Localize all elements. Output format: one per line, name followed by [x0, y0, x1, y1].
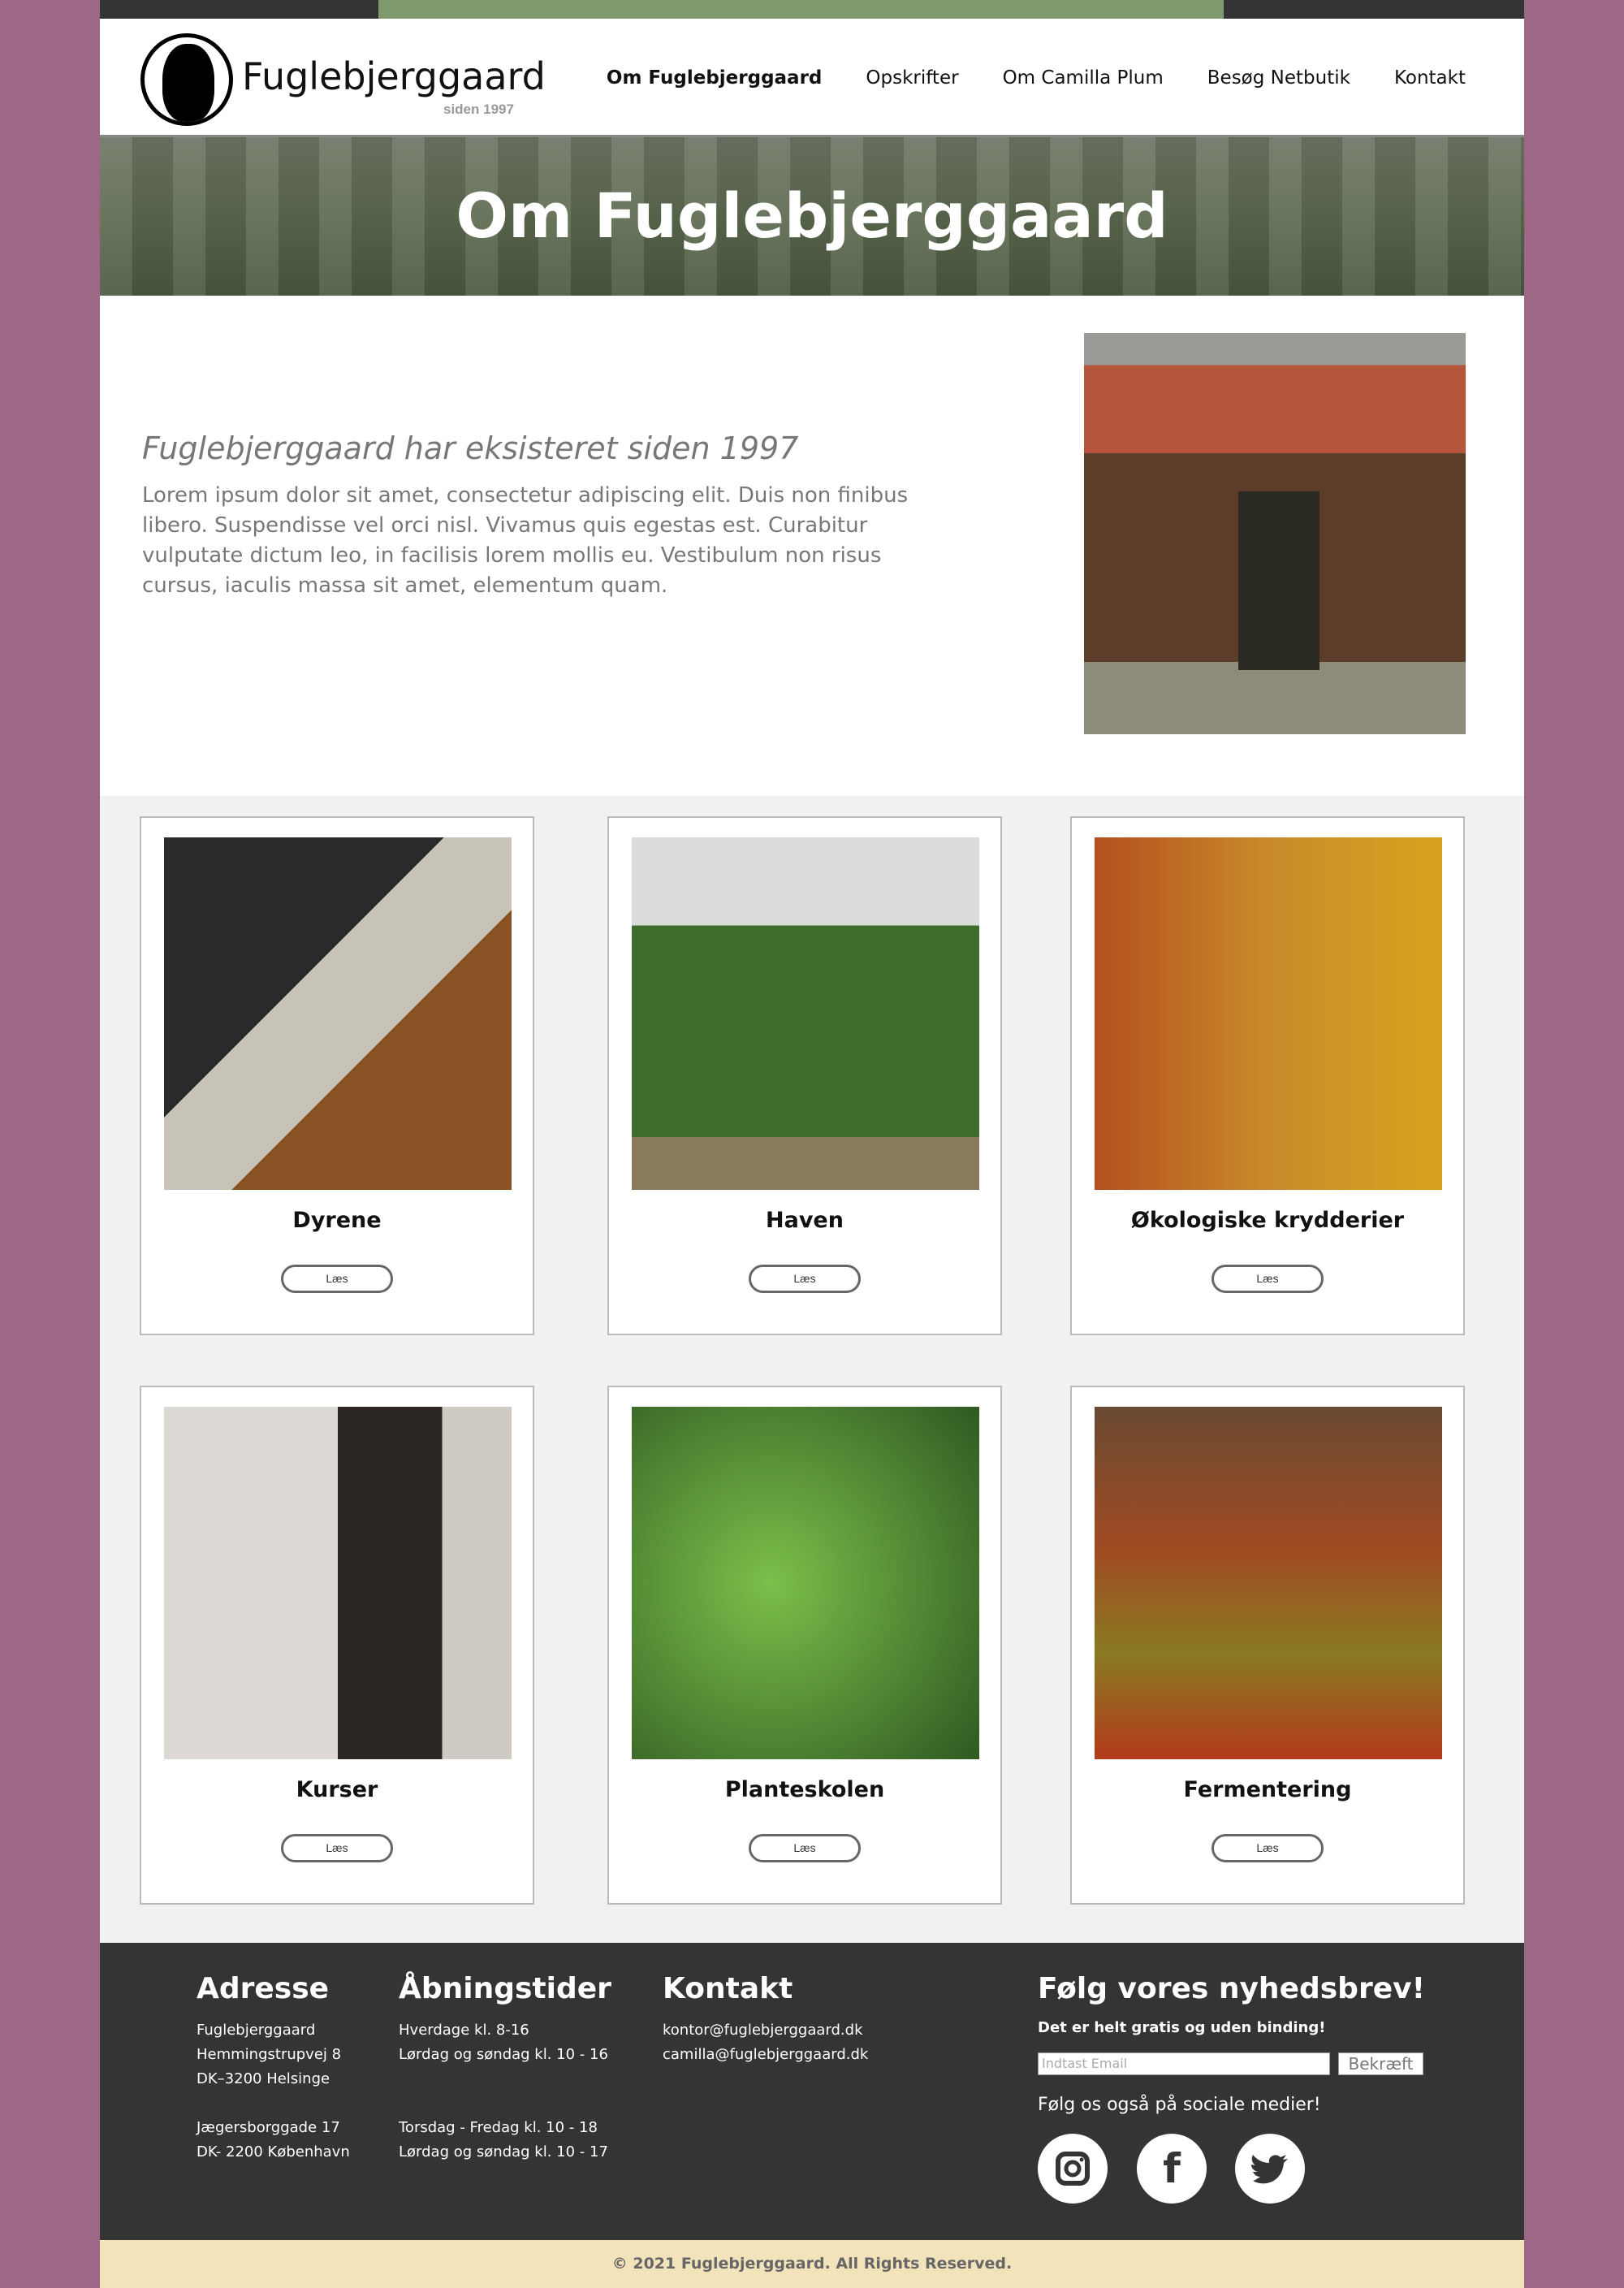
card-title: Planteskolen — [724, 1777, 885, 1802]
footer-contact-heading: Kontakt — [663, 1972, 793, 2005]
hours-line: Hverdage kl. 8-16 — [399, 2022, 529, 2039]
read-button[interactable]: Læs — [1212, 1265, 1324, 1293]
intro-text: Lorem ipsum dolor sit amet, consectetur … — [142, 483, 909, 598]
nav-opskrifter[interactable]: Opskrifter — [866, 67, 958, 89]
intro-heading: Fuglebjerggaard har eksisteret siden 199… — [142, 430, 799, 466]
logo-icon[interactable] — [140, 33, 233, 126]
address-line: DK–3200 Helsinge — [197, 2070, 330, 2087]
address-line: Fuglebjerggaard — [197, 2022, 316, 2039]
read-button[interactable]: Læs — [749, 1265, 861, 1293]
hero-banner: Om Fuglebjerggaard — [100, 137, 1524, 296]
hours-line: Lørdag og søndag kl. 10 - 16 — [399, 2046, 608, 2063]
nav-om-camilla-plum[interactable]: Om Camilla Plum — [1003, 67, 1164, 89]
address-line: DK- 2200 København — [197, 2143, 350, 2160]
nav-om-fuglebjerggaard[interactable]: Om Fuglebjerggaard — [607, 67, 822, 89]
read-button[interactable]: Læs — [281, 1265, 393, 1293]
card-fermentering: Fermentering Læs — [1070, 1386, 1465, 1905]
footer: Adresse Fuglebjerggaard Hemmingstrupvej … — [100, 1943, 1524, 2240]
read-button[interactable]: Læs — [281, 1834, 393, 1862]
social-text: Følg os også på sociale medier! — [1038, 2095, 1321, 2115]
card-image — [1095, 1407, 1442, 1759]
read-button[interactable]: Læs — [749, 1834, 861, 1862]
cards-grid: Dyrene Læs Haven Læs Økologiske krydderier… — [100, 796, 1524, 1943]
top-bar — [100, 0, 1524, 19]
card-image — [1095, 837, 1442, 1190]
nav-kontakt[interactable]: Kontakt — [1394, 67, 1466, 89]
card-title: Haven — [766, 1208, 844, 1233]
email-input[interactable]: Indtast Email — [1038, 2052, 1330, 2075]
newsletter-heading: Følg vores nyhedsbrev! — [1038, 1972, 1425, 2005]
hours-line: Lørdag og søndag kl. 10 - 17 — [399, 2143, 608, 2160]
main-nav: Om Fuglebjerggaard Opskrifter Om Camilla… — [607, 67, 1466, 89]
card-krydderier: Økologiske krydderier Læs — [1070, 816, 1465, 1335]
page: Fuglebjerggaard siden 1997 Om Fuglebjerg… — [100, 0, 1524, 2288]
footer-address: Fuglebjerggaard Hemmingstrupvej 8 DK–320… — [197, 2018, 350, 2165]
contact-email-link[interactable]: kontor@fuglebjerggaard.dk — [663, 2018, 868, 2043]
footer-hours: Hverdage kl. 8-16 Lørdag og søndag kl. 1… — [399, 2018, 608, 2165]
facebook-icon[interactable]: f — [1137, 2134, 1207, 2204]
card-image — [164, 1407, 512, 1759]
footer-address-heading: Adresse — [197, 1972, 330, 2005]
instagram-icon[interactable] — [1038, 2134, 1108, 2204]
read-button[interactable]: Læs — [1212, 1834, 1324, 1862]
confirm-button[interactable]: Bekræft — [1338, 2052, 1423, 2075]
card-planteskolen: Planteskolen Læs — [607, 1386, 1002, 1905]
nav-besog-netbutik[interactable]: Besøg Netbutik — [1207, 67, 1350, 89]
brand-since: siden 1997 — [443, 102, 514, 117]
card-haven: Haven Læs — [607, 816, 1002, 1335]
farm-building-image — [1084, 333, 1466, 734]
contact-email-link[interactable]: camilla@fuglebjerggaard.dk — [663, 2043, 868, 2067]
address-line: Hemmingstrupvej 8 — [197, 2046, 342, 2063]
twitter-icon[interactable] — [1235, 2134, 1305, 2204]
header: Fuglebjerggaard siden 1997 Om Fuglebjerg… — [100, 19, 1524, 137]
newsletter-sub: Det er helt gratis og uden binding! — [1038, 2019, 1326, 2036]
brand-name[interactable]: Fuglebjerggaard — [242, 54, 546, 98]
card-title: Økologiske krydderier — [1130, 1208, 1405, 1233]
card-title: Fermentering — [1183, 1777, 1352, 1802]
hours-line: Torsdag - Fredag kl. 10 - 18 — [399, 2119, 598, 2136]
footer-contact: kontor@fuglebjerggaard.dk camilla@fugleb… — [663, 2018, 868, 2067]
address-line: Jægersborggade 17 — [197, 2119, 340, 2136]
copyright: © 2021 Fuglebjerggaard. All Rights Reser… — [100, 2240, 1524, 2288]
top-bar-accent — [378, 0, 1224, 19]
page-title: Om Fuglebjerggaard — [456, 179, 1168, 252]
intro-section: Fuglebjerggaard har eksisteret siden 199… — [100, 296, 1524, 796]
card-title: Kurser — [296, 1777, 378, 1802]
card-kurser: Kurser Læs — [140, 1386, 534, 1905]
card-image — [632, 1407, 979, 1759]
card-image — [164, 837, 512, 1190]
card-dyrene: Dyrene Læs — [140, 816, 534, 1335]
card-image — [632, 837, 979, 1190]
card-title: Dyrene — [292, 1208, 382, 1233]
footer-hours-heading: Åbningstider — [399, 1972, 611, 2005]
